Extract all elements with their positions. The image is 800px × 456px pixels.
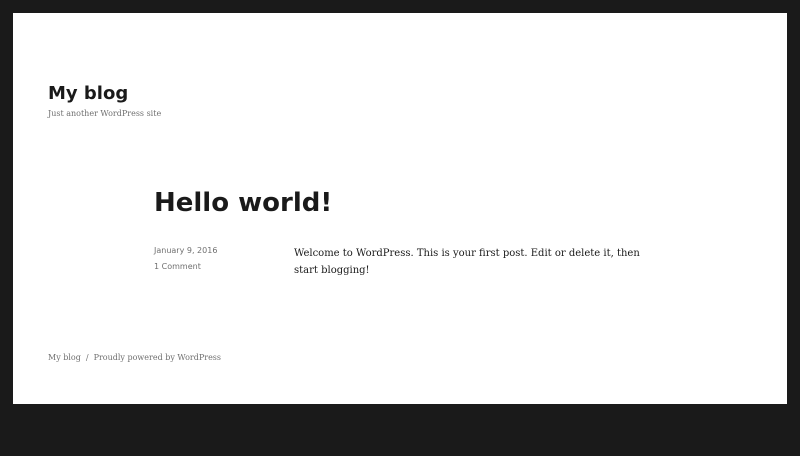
footer-separator: /: [85, 353, 89, 362]
post-content: Welcome to WordPress. This is your first…: [294, 248, 640, 276]
post-comments-link[interactable]: 1 Comment: [154, 262, 201, 272]
post-date-link[interactable]: January 9, 2016: [154, 246, 217, 256]
site-description: Just another WordPress site: [48, 109, 162, 118]
site-footer: My blog / Proudly powered by WordPress: [48, 353, 221, 363]
post-title-link[interactable]: Hello world!: [154, 188, 332, 218]
footer-powered-by-link[interactable]: Proudly powered by WordPress: [94, 353, 221, 362]
page-container: My blog Just another WordPress site Hell…: [13, 13, 787, 404]
footer-site-link[interactable]: My blog: [48, 353, 81, 362]
site-title-link[interactable]: My blog: [48, 83, 128, 105]
